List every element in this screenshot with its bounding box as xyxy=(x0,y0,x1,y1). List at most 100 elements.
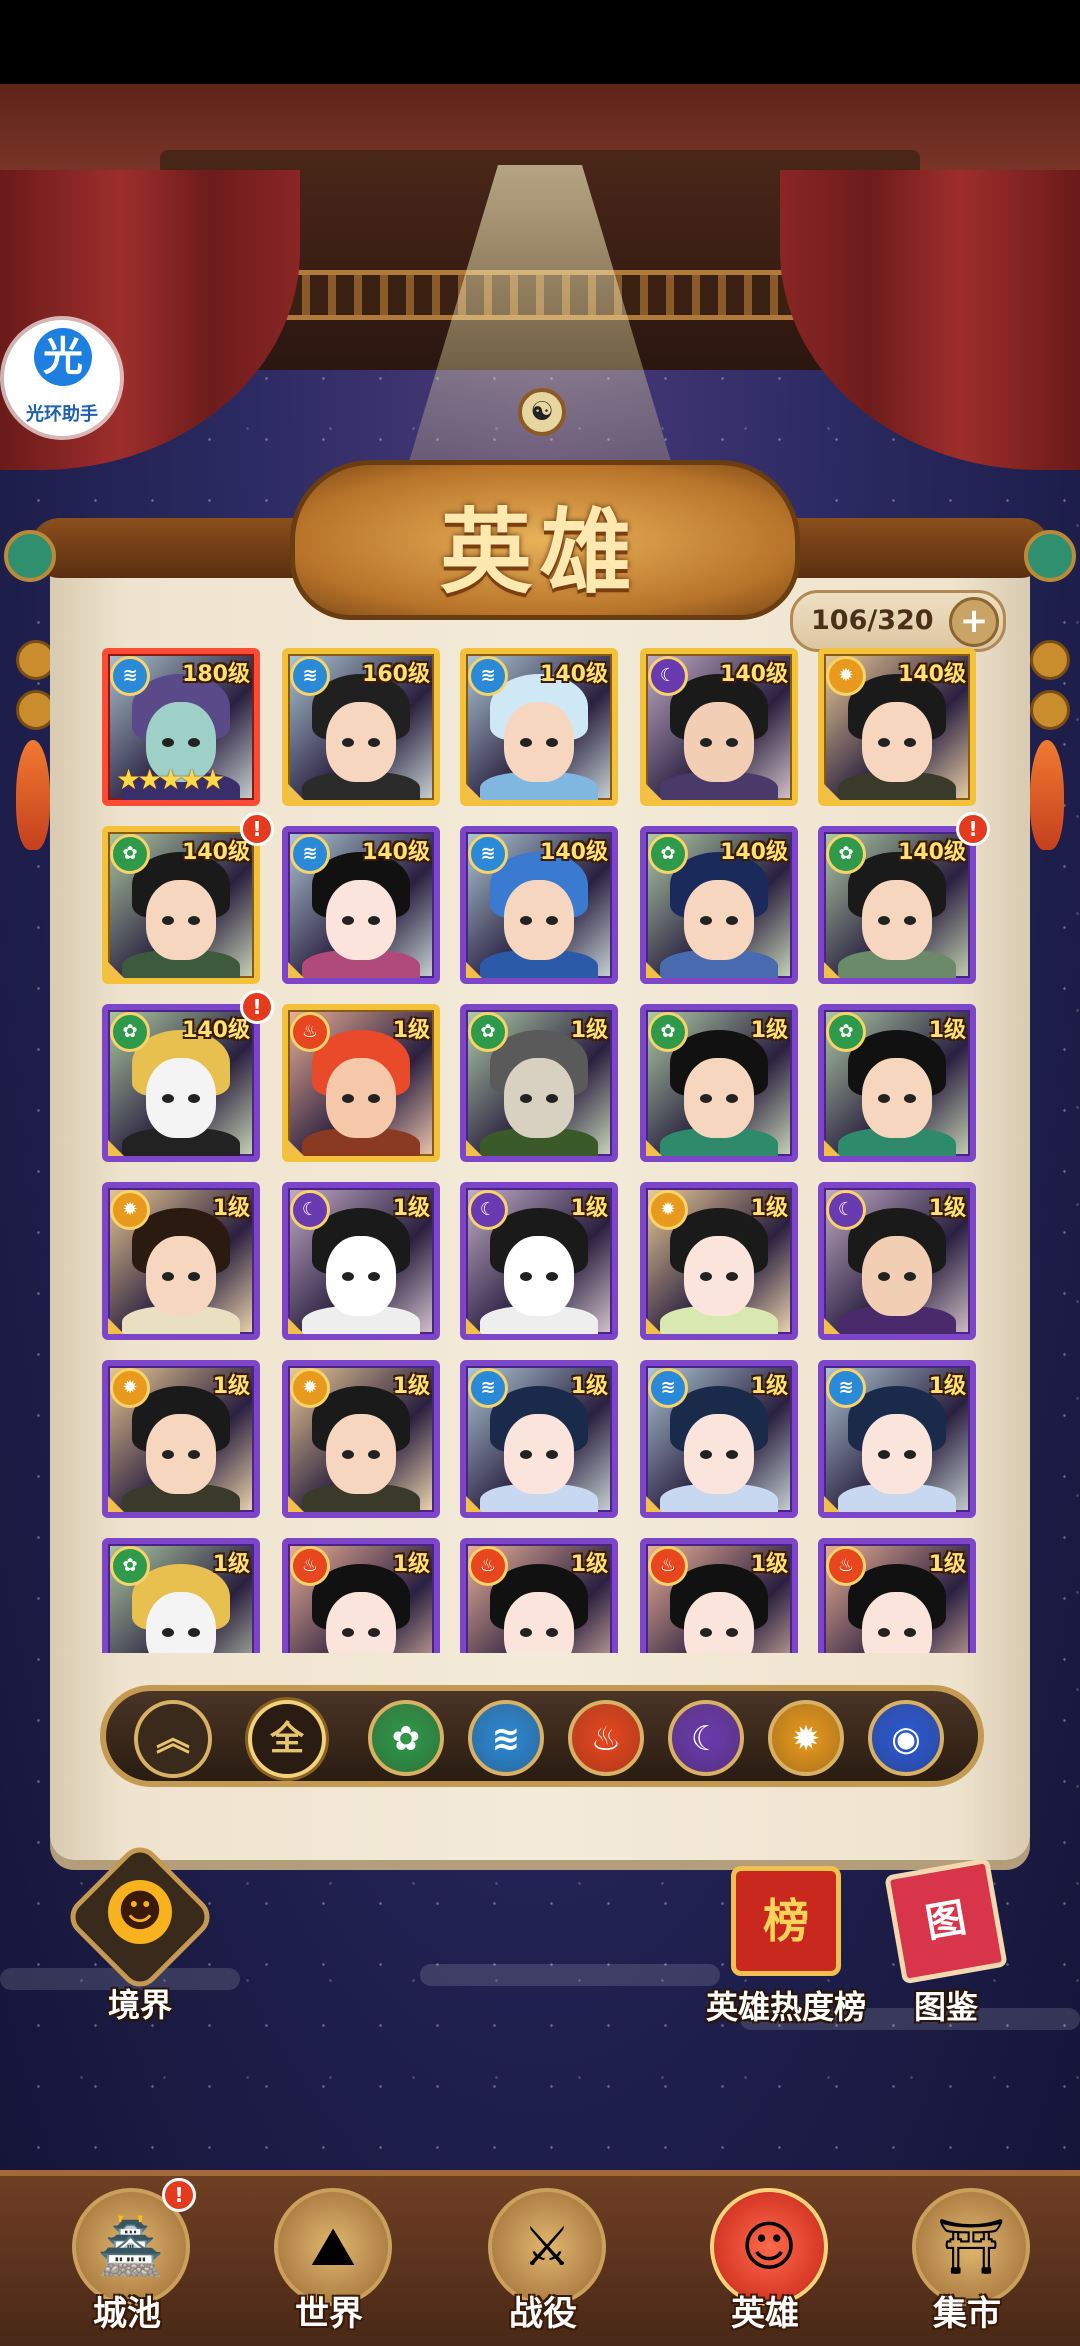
nav-item[interactable]: 🏯 城池! xyxy=(52,2178,202,2338)
helper-icon: 光 xyxy=(34,328,92,386)
hero-card[interactable]: ☾ 1级 xyxy=(282,1182,440,1340)
leaf-element-icon: ✿ xyxy=(826,1012,866,1052)
water-element-icon: ≋ xyxy=(468,1368,508,1408)
hero-level: 140级 xyxy=(720,840,788,865)
status-bar xyxy=(0,0,1080,84)
filter-wind-button[interactable]: ◉ xyxy=(868,1700,944,1776)
fire-element-icon: ♨ xyxy=(648,1546,688,1586)
hero-level: 160级 xyxy=(362,662,430,687)
hero-card[interactable]: ✹ 1级 xyxy=(282,1360,440,1518)
hero-level: 1级 xyxy=(392,1374,430,1399)
expand-roster-button[interactable]: + xyxy=(949,597,999,647)
hero-card[interactable]: ☾ 140级 xyxy=(640,648,798,806)
nav-item[interactable]: ⛰ 世界 xyxy=(254,2178,404,2338)
hero-card[interactable]: ≋ 180级 ★★★★★ xyxy=(102,648,260,806)
leaf-element-icon: ✿ xyxy=(648,1012,688,1052)
hero-card[interactable]: ✿ 140级 xyxy=(102,826,260,984)
hero-card[interactable]: ☾ 1级 xyxy=(818,1182,976,1340)
hero-card[interactable]: ≋ 140级 xyxy=(460,826,618,984)
hero-card[interactable]: ≋ 160级 xyxy=(282,648,440,806)
hero-card[interactable]: ♨ 1级 xyxy=(818,1538,976,1653)
moon-element-icon: ☾ xyxy=(468,1190,508,1230)
hero-card[interactable]: ☾ 1级 xyxy=(460,1182,618,1340)
codex-label: 图鉴 xyxy=(913,1988,978,2026)
hero-card[interactable]: ≋ 140级 xyxy=(460,648,618,806)
hero-card[interactable]: ✿ 1级 xyxy=(102,1538,260,1653)
water-element-icon: ≋ xyxy=(290,656,330,696)
hero-card[interactable]: ≋ 140级 xyxy=(282,826,440,984)
realm-button[interactable]: ☻ 境界 xyxy=(62,1839,218,2026)
filter-leaf-button[interactable]: ✿ xyxy=(368,1700,444,1776)
cloud xyxy=(420,1964,720,1986)
hero-level: 1级 xyxy=(750,1196,788,1221)
hero-card[interactable]: ≋ 1级 xyxy=(640,1360,798,1518)
realm-icon: ☻ xyxy=(108,1880,172,1944)
filter-all-button[interactable]: 全 xyxy=(248,1700,326,1778)
hero-level: 1级 xyxy=(570,1018,608,1043)
hero-level: 1级 xyxy=(928,1552,966,1577)
hero-card[interactable]: ♨ 1级 xyxy=(460,1538,618,1653)
hero-stars: ★★★★★ xyxy=(116,763,225,796)
moon-element-icon: ☾ xyxy=(290,1190,330,1230)
water-element-icon: ≋ xyxy=(468,834,508,874)
hero-level: 1级 xyxy=(212,1196,250,1221)
hero-ranking-button[interactable]: 榜 英雄热度榜 xyxy=(696,1866,876,2028)
helper-button[interactable]: 光 光环助手 xyxy=(4,320,120,436)
hero-card[interactable]: ✹ 1级 xyxy=(102,1360,260,1518)
filter-fire-button[interactable]: ♨ xyxy=(568,1700,644,1776)
water-element-icon: ≋ xyxy=(290,834,330,874)
leaf-element-icon: ✿ xyxy=(826,834,866,874)
alert-badge: ! xyxy=(162,2178,196,2212)
nav-item[interactable]: ⚔ 战役 xyxy=(468,2178,618,2338)
nav-label: 战役 xyxy=(509,2294,577,2334)
moon-element-icon: ☾ xyxy=(826,1190,866,1230)
hero-level: 140级 xyxy=(540,840,608,865)
hero-level: 1级 xyxy=(392,1552,430,1577)
scroll-knob-right xyxy=(1024,530,1076,582)
fire-element-icon: ♨ xyxy=(468,1546,508,1586)
collapse-filter-button[interactable]: ︽ xyxy=(134,1700,212,1778)
sun-element-icon: ✹ xyxy=(648,1190,688,1230)
hero-card[interactable]: ♨ 1级 xyxy=(282,1538,440,1653)
alert-badge: ! xyxy=(240,990,274,1024)
hero-card[interactable]: ✿ 1级 xyxy=(640,1004,798,1162)
coin-icon xyxy=(1030,690,1070,730)
leaf-element-icon: ✿ xyxy=(110,1012,150,1052)
coin-icon xyxy=(1030,640,1070,680)
filter-sun-button[interactable]: ✹ xyxy=(768,1700,844,1776)
hero-card[interactable]: ♨ 1级 xyxy=(282,1004,440,1162)
book-icon: 图 xyxy=(884,1857,1008,1985)
hero-level: 1级 xyxy=(750,1552,788,1577)
fire-element-icon: ♨ xyxy=(290,1012,330,1052)
hero-card[interactable]: ✿ 140级 xyxy=(818,826,976,984)
sun-element-icon: ✹ xyxy=(290,1368,330,1408)
alert-badge: ! xyxy=(956,812,990,846)
hero-card[interactable]: ✿ 140级 xyxy=(102,1004,260,1162)
tassel-left xyxy=(16,560,56,860)
nav-item[interactable]: ☺ 英雄 xyxy=(690,2178,840,2338)
leaf-element-icon: ✿ xyxy=(110,834,150,874)
hero-card[interactable]: ✿ 1级 xyxy=(460,1004,618,1162)
hero-level: 1级 xyxy=(928,1196,966,1221)
sun-element-icon: ✹ xyxy=(110,1368,150,1408)
hero-count: 106/320 + xyxy=(790,590,1006,652)
hero-card[interactable]: ✹ 1级 xyxy=(102,1182,260,1340)
hero-card[interactable]: ✹ 1级 xyxy=(640,1182,798,1340)
hero-card[interactable]: ≋ 1级 xyxy=(818,1360,976,1518)
hero-card[interactable]: ✿ 1级 xyxy=(818,1004,976,1162)
sun-element-icon: ✹ xyxy=(110,1190,150,1230)
water-element-icon: ≋ xyxy=(648,1368,688,1408)
hero-card[interactable]: ✿ 140级 xyxy=(640,826,798,984)
alert-badge: ! xyxy=(240,812,274,846)
hero-level: 1级 xyxy=(570,1374,608,1399)
filter-moon-button[interactable]: ☾ xyxy=(668,1700,744,1776)
codex-button[interactable]: 图 图鉴 xyxy=(884,1857,1008,2028)
filter-water-button[interactable]: ≋ xyxy=(468,1700,544,1776)
tassel-right xyxy=(1030,560,1070,860)
hero-card[interactable]: ✹ 140级 xyxy=(818,648,976,806)
nav-item[interactable]: ⛩ 集市 xyxy=(892,2178,1042,2338)
hero-count-text: 106/320 xyxy=(811,605,934,636)
hero-card[interactable]: ≋ 1级 xyxy=(460,1360,618,1518)
nav-label: 集市 xyxy=(933,2294,1001,2334)
hero-card[interactable]: ♨ 1级 xyxy=(640,1538,798,1653)
